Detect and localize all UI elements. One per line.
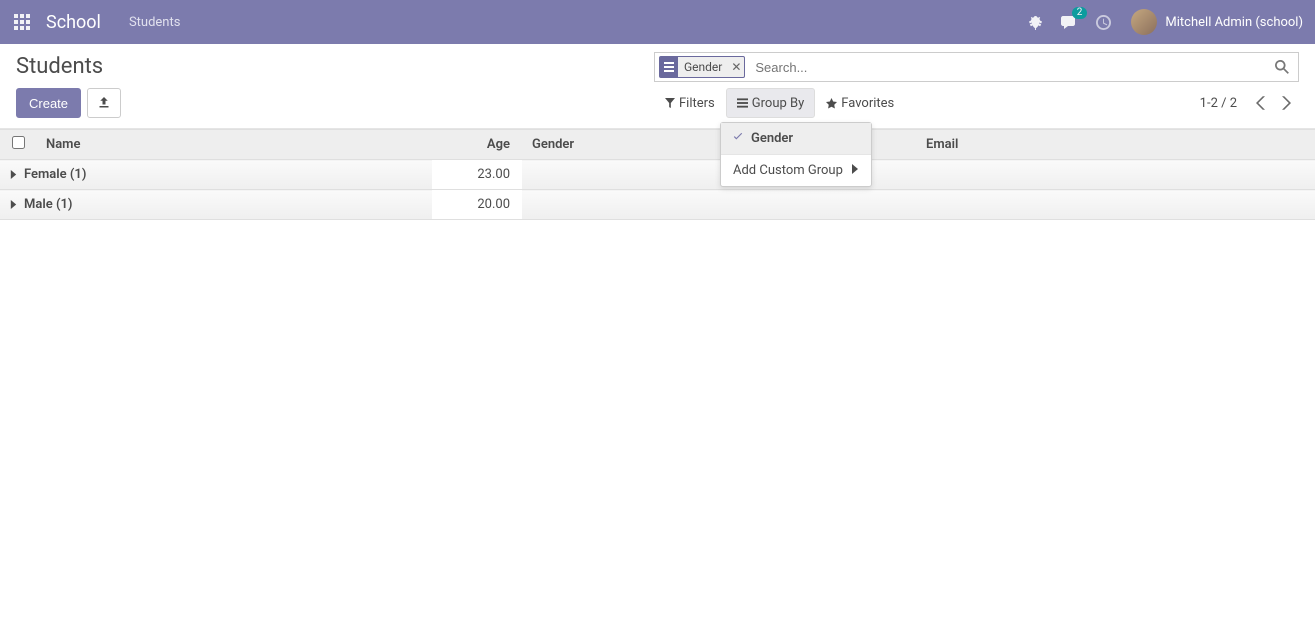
col-header-email[interactable]: Email: [916, 130, 1315, 160]
groupby-button[interactable]: Group By: [726, 88, 816, 118]
create-button[interactable]: Create: [16, 88, 81, 118]
group-row-male[interactable]: Male (1) 20.00: [0, 190, 1315, 220]
add-custom-group[interactable]: Add Custom Group: [721, 155, 871, 186]
filters-button[interactable]: Filters: [654, 88, 726, 118]
caret-right-icon: [10, 170, 20, 179]
filters-label: Filters: [679, 96, 715, 111]
col-header-age[interactable]: Age: [432, 130, 522, 160]
group-age-agg: 20.00: [432, 190, 522, 220]
group-row-female[interactable]: Female (1) 23.00: [0, 160, 1315, 190]
search-icon[interactable]: [1270, 60, 1294, 74]
facet-label: Gender: [678, 57, 728, 77]
chat-badge: 2: [1072, 7, 1088, 19]
search-facet-gender: Gender ✕: [659, 56, 745, 78]
groupby-label: Group By: [752, 96, 805, 111]
top-navbar: School Students 2 Mitchell Admin (school…: [0, 0, 1315, 44]
favorites-button[interactable]: Favorites: [815, 88, 905, 118]
group-label: Male (1): [24, 197, 72, 212]
search-input[interactable]: [749, 53, 1270, 81]
pager-text[interactable]: 1-2 / 2: [1200, 96, 1237, 111]
caret-right-icon: [10, 200, 20, 209]
export-button[interactable]: [87, 88, 121, 118]
chevron-right-icon: [851, 163, 859, 178]
groupby-option-gender[interactable]: Gender: [721, 123, 871, 154]
check-icon: [733, 131, 745, 146]
groupby-dropdown: Gender Add Custom Group: [720, 122, 872, 187]
col-header-name[interactable]: Name: [36, 130, 432, 160]
pager-next[interactable]: [1273, 90, 1299, 116]
add-custom-group-label: Add Custom Group: [733, 163, 843, 178]
students-table: Name Age Gender Email Female (1) 23.00: [0, 129, 1315, 220]
col-header-checkbox: [0, 130, 36, 160]
select-all-checkbox[interactable]: [12, 136, 25, 149]
group-age-agg: 23.00: [432, 160, 522, 190]
messaging-icon[interactable]: 2: [1059, 12, 1079, 32]
apps-icon[interactable]: [8, 8, 36, 36]
user-menu[interactable]: Mitchell Admin (school): [1131, 9, 1303, 35]
brand-title[interactable]: School: [46, 12, 101, 33]
group-label: Female (1): [24, 167, 86, 182]
debug-icon[interactable]: [1025, 12, 1045, 32]
facet-remove[interactable]: ✕: [728, 57, 744, 77]
pager-prev[interactable]: [1247, 90, 1273, 116]
groupby-facet-icon: [660, 57, 678, 77]
groupby-option-label: Gender: [751, 131, 793, 146]
control-panel: Students Gender ✕ Create: [0, 44, 1315, 129]
favorites-label: Favorites: [841, 96, 894, 111]
page-title: Students: [16, 52, 103, 79]
avatar: [1131, 9, 1157, 35]
activity-clock-icon[interactable]: [1093, 12, 1113, 32]
menu-students[interactable]: Students: [129, 15, 181, 30]
username: Mitchell Admin (school): [1165, 15, 1303, 30]
search-bar[interactable]: Gender ✕: [654, 52, 1299, 82]
